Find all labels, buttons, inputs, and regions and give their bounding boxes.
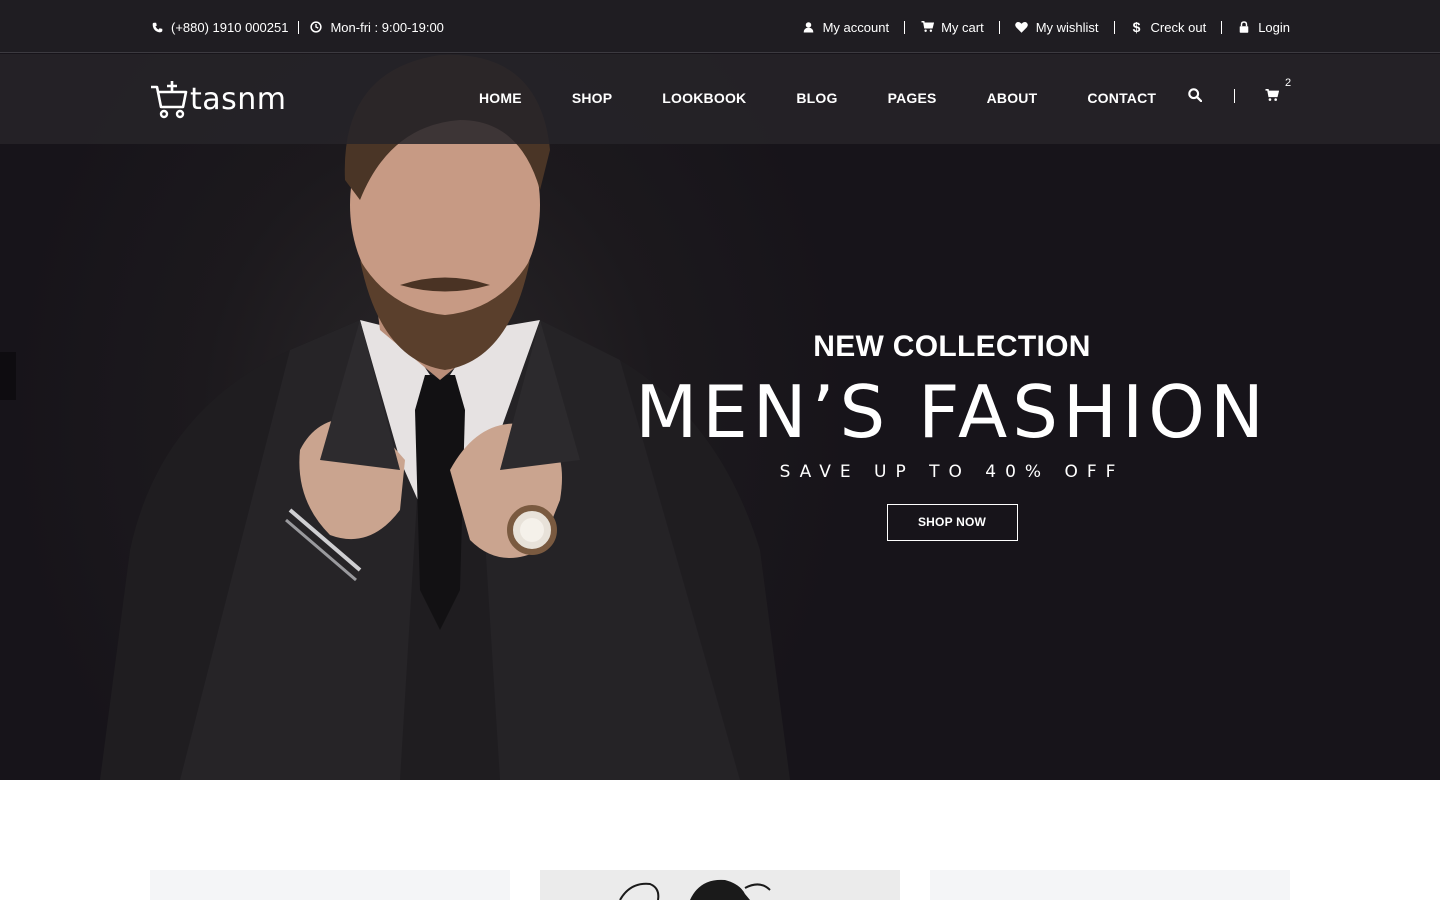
nav-item-about[interactable]: ABOUT — [987, 90, 1038, 110]
my-account-link[interactable]: My account — [802, 20, 889, 35]
search-icon[interactable] — [1188, 87, 1203, 106]
nav-item-pages[interactable]: PAGES — [888, 90, 937, 110]
phone-number: (+880) 1910 000251 — [171, 19, 289, 35]
category-card[interactable] — [540, 870, 900, 900]
category-card-image — [619, 879, 771, 900]
clock-icon — [309, 20, 323, 34]
nav-item-home[interactable]: HOME — [479, 90, 522, 110]
my-wishlist-link[interactable]: My wishlist — [1015, 20, 1099, 35]
nav-item-blog[interactable]: BLOG — [796, 90, 837, 110]
category-card[interactable] — [150, 870, 510, 900]
cart-icon — [920, 20, 934, 34]
opening-hours: Mon-fri : 9:00-19:00 — [330, 19, 444, 35]
hero-eyebrow: NEW COLLECTION — [813, 330, 1091, 363]
nav-divider — [1234, 89, 1235, 103]
account-links: My account My cart My wishlist $ Creck o… — [802, 17, 1290, 37]
cart-icon — [1265, 88, 1280, 101]
nav-item-contact[interactable]: CONTACT — [1087, 90, 1156, 110]
my-wishlist-label: My wishlist — [1035, 19, 1099, 35]
hero-subline: SAVE UP TO 40% OFF — [779, 462, 1125, 482]
checkout-label: Creck out — [1150, 19, 1207, 35]
phone-icon — [150, 20, 164, 34]
phone-info[interactable]: (+880) 1910 000251 — [150, 20, 288, 35]
cart-count-badge: 2 — [1285, 76, 1292, 89]
topbar-divider — [1221, 20, 1223, 34]
category-cards — [150, 870, 1290, 900]
site-logo[interactable]: tasnm — [150, 78, 287, 120]
heart-icon — [1015, 20, 1029, 34]
side-tab[interactable] — [0, 352, 16, 400]
login-link[interactable]: Login — [1237, 20, 1290, 35]
nav-menu: HOME SHOP LOOKBOOK BLOG PAGES ABOUT CONT… — [479, 90, 1156, 110]
main-navigation: tasnm HOME SHOP LOOKBOOK BLOG PAGES ABOU… — [0, 54, 1440, 144]
header-cart-button[interactable]: 2 — [1265, 77, 1291, 106]
nav-item-lookbook[interactable]: LOOKBOOK — [662, 90, 746, 110]
contact-info: (+880) 1910 000251 Mon-fri : 9:00-19:00 — [150, 17, 444, 37]
checkout-link[interactable]: $ Creck out — [1130, 19, 1207, 35]
my-cart-label: My cart — [941, 19, 984, 35]
hero-headline: MEN’S FASHION — [635, 370, 1269, 454]
my-cart-link[interactable]: My cart — [920, 20, 984, 35]
topbar-divider — [904, 20, 906, 34]
user-icon — [802, 20, 816, 34]
nav-item-shop[interactable]: SHOP — [572, 90, 612, 110]
nav-tools: 2 — [1188, 77, 1291, 108]
dollar-icon: $ — [1132, 19, 1141, 35]
logo-cart-icon — [151, 81, 188, 119]
hours-info: Mon-fri : 9:00-19:00 — [309, 19, 444, 35]
topbar-divider — [298, 20, 300, 34]
topbar-divider — [998, 20, 1000, 34]
top-bar: (+880) 1910 000251 Mon-fri : 9:00-19:00 … — [0, 0, 1440, 53]
hero-copy: NEW COLLECTION MEN’S FASHION SAVE UP TO … — [610, 330, 1294, 541]
category-card[interactable] — [930, 870, 1290, 900]
topbar-divider — [1113, 20, 1115, 34]
my-account-label: My account — [822, 19, 890, 35]
lock-icon — [1237, 20, 1251, 34]
brand-name: tasnm — [190, 81, 287, 117]
login-label: Login — [1258, 19, 1290, 35]
shop-now-button[interactable]: SHOP NOW — [886, 504, 1018, 541]
